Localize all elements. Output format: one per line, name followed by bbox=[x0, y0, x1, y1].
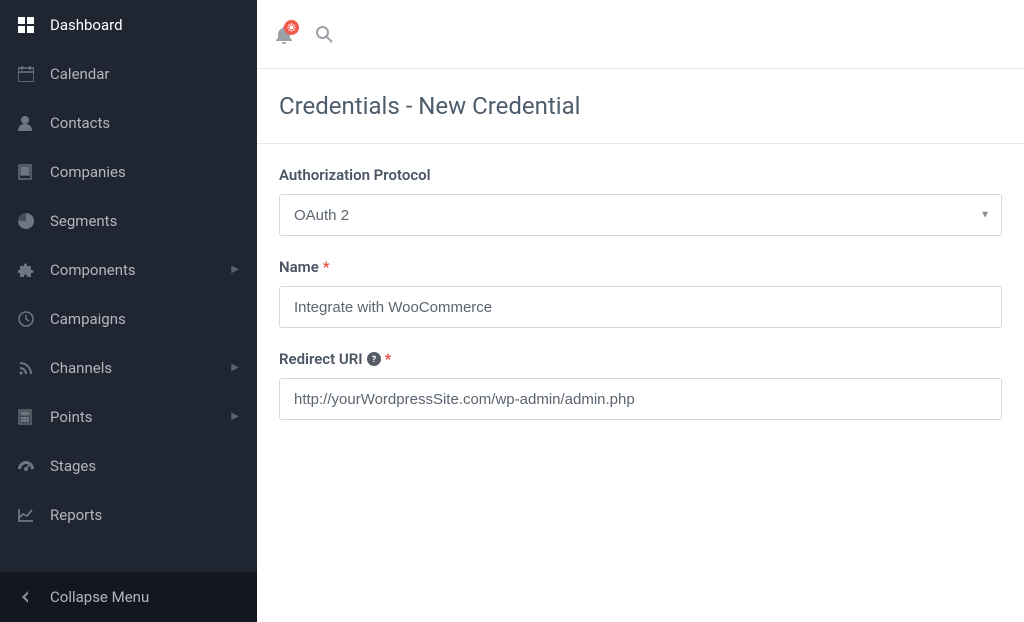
field-authorization-protocol: Authorization Protocol OAuth 2 ▼ bbox=[279, 166, 1002, 236]
sidebar-item-label: Calendar bbox=[50, 65, 110, 83]
sidebar-item-segments[interactable]: Segments bbox=[0, 196, 257, 245]
topbar bbox=[257, 0, 1024, 69]
sidebar-item-label: Reports bbox=[50, 506, 102, 524]
authorization-protocol-select[interactable]: OAuth 2 bbox=[279, 194, 1002, 236]
help-icon[interactable]: ? bbox=[367, 352, 381, 366]
sidebar-item-label: Dashboard bbox=[50, 16, 123, 34]
label-text: Name bbox=[279, 258, 319, 276]
sidebar-item-stages[interactable]: Stages bbox=[0, 441, 257, 490]
sidebar-item-reports[interactable]: Reports bbox=[0, 490, 257, 539]
calendar-icon bbox=[18, 66, 50, 82]
linechart-icon bbox=[18, 508, 50, 522]
sidebar-collapse[interactable]: Collapse Menu bbox=[0, 572, 257, 622]
gauge-icon bbox=[18, 459, 50, 473]
notification-badge bbox=[284, 20, 299, 35]
chevron-left-icon bbox=[18, 590, 50, 604]
sidebar-item-label: Components bbox=[50, 261, 136, 279]
form: Authorization Protocol OAuth 2 ▼ Name * bbox=[257, 144, 1024, 464]
sidebar-item-campaigns[interactable]: Campaigns bbox=[0, 294, 257, 343]
label-redirect-uri: Redirect URI ? * bbox=[279, 350, 1002, 368]
field-redirect-uri: Redirect URI ? * bbox=[279, 350, 1002, 420]
name-input[interactable] bbox=[279, 286, 1002, 328]
label-name: Name * bbox=[279, 258, 1002, 276]
notifications-button[interactable] bbox=[275, 24, 293, 44]
puzzle-icon bbox=[18, 262, 50, 278]
calculator-icon bbox=[18, 409, 50, 425]
sidebar-item-label: Channels bbox=[50, 359, 112, 377]
sidebar-item-components[interactable]: Components ▶ bbox=[0, 245, 257, 294]
user-icon bbox=[18, 115, 50, 131]
sidebar-item-points[interactable]: Points ▶ bbox=[0, 392, 257, 441]
sidebar-item-label: Contacts bbox=[50, 114, 110, 132]
sidebar-item-label: Stages bbox=[50, 457, 96, 475]
sidebar-item-contacts[interactable]: Contacts bbox=[0, 98, 257, 147]
chevron-right-icon: ▶ bbox=[231, 264, 239, 275]
sidebar: Dashboard Calendar Contacts Companies bbox=[0, 0, 257, 622]
required-asterisk: * bbox=[385, 350, 392, 368]
sidebar-collapse-label: Collapse Menu bbox=[50, 588, 149, 606]
sidebar-item-label: Campaigns bbox=[50, 310, 126, 328]
rss-icon bbox=[18, 360, 50, 376]
chevron-right-icon: ▶ bbox=[231, 411, 239, 422]
sidebar-item-calendar[interactable]: Calendar bbox=[0, 49, 257, 98]
sidebar-item-label: Segments bbox=[50, 212, 117, 230]
label-text: Redirect URI bbox=[279, 350, 363, 368]
building-icon bbox=[18, 164, 50, 180]
sidebar-item-channels[interactable]: Channels ▶ bbox=[0, 343, 257, 392]
sidebar-item-dashboard[interactable]: Dashboard bbox=[0, 0, 257, 49]
piechart-icon bbox=[18, 213, 50, 229]
chevron-right-icon: ▶ bbox=[231, 362, 239, 373]
sidebar-item-label: Companies bbox=[50, 163, 126, 181]
search-icon bbox=[315, 25, 333, 43]
sidebar-nav: Dashboard Calendar Contacts Companies bbox=[0, 0, 257, 572]
sidebar-item-companies[interactable]: Companies bbox=[0, 147, 257, 196]
sidebar-item-label: Points bbox=[50, 408, 93, 426]
page-title-bar: Credentials - New Credential bbox=[257, 69, 1024, 144]
required-asterisk: * bbox=[323, 258, 330, 276]
search-button[interactable] bbox=[315, 25, 333, 43]
label-text: Authorization Protocol bbox=[279, 166, 431, 184]
redirect-uri-input[interactable] bbox=[279, 378, 1002, 420]
label-authorization-protocol: Authorization Protocol bbox=[279, 166, 1002, 184]
clock-icon bbox=[18, 311, 50, 327]
svg-text:?: ? bbox=[371, 355, 376, 365]
main-content: Credentials - New Credential Authorizati… bbox=[257, 0, 1024, 622]
grid-icon bbox=[18, 17, 50, 33]
page-title: Credentials - New Credential bbox=[279, 92, 580, 120]
field-name: Name * bbox=[279, 258, 1002, 328]
